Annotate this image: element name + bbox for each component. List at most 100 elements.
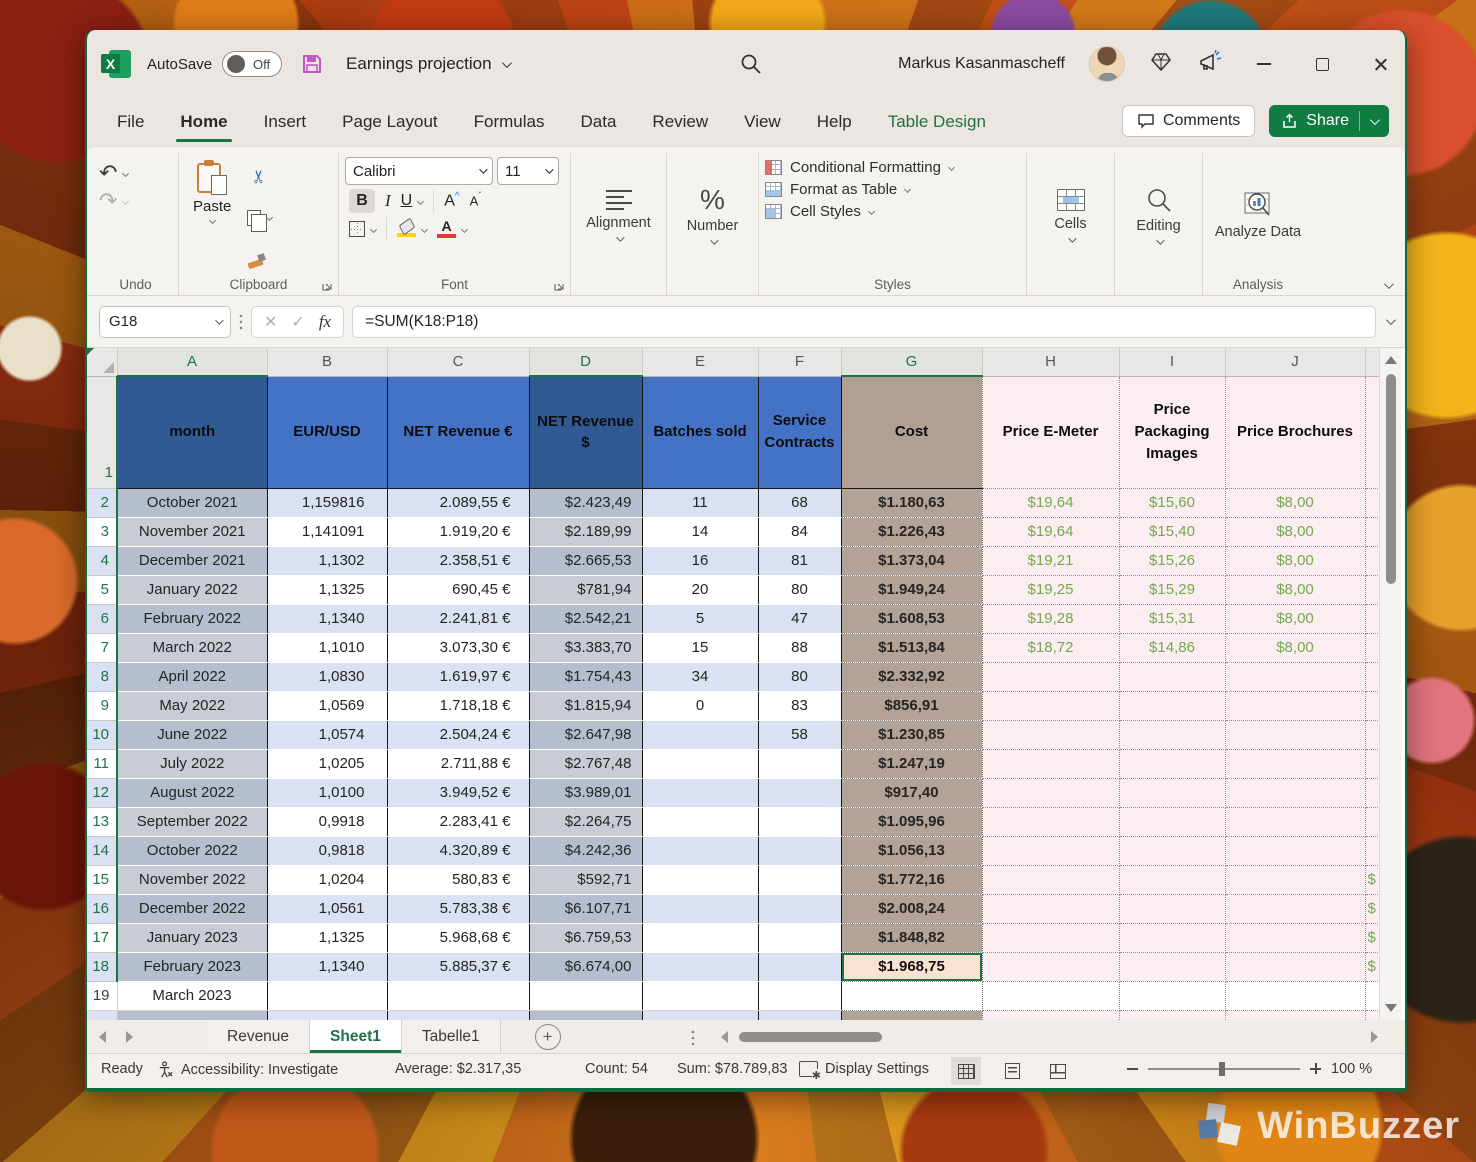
cell-H7[interactable]: $18,72 <box>982 633 1119 662</box>
ribbon-collapse-chevron-icon[interactable] <box>1384 279 1394 289</box>
cell-B2[interactable]: 1,159816 <box>267 488 387 517</box>
cell-F4[interactable]: 81 <box>758 546 841 575</box>
cell-H3[interactable]: $19,64 <box>982 517 1119 546</box>
zoom-slider-handle[interactable] <box>1219 1062 1225 1076</box>
column-header-G[interactable]: G <box>841 348 982 376</box>
cell-J4[interactable]: $8,00 <box>1225 546 1365 575</box>
cell-G16[interactable]: $2.008,24 <box>841 894 982 923</box>
cell-F20[interactable] <box>758 1010 841 1020</box>
cell-I16[interactable] <box>1119 894 1225 923</box>
cell-H13[interactable] <box>982 807 1119 836</box>
cell-F14[interactable] <box>758 836 841 865</box>
row-header-17[interactable]: 17 <box>87 923 117 952</box>
row-header-6[interactable]: 6 <box>87 604 117 633</box>
row-header-13[interactable]: 13 <box>87 807 117 836</box>
cell-A14[interactable]: October 2022 <box>117 836 267 865</box>
cell-K15[interactable]: $ <box>1365 865 1379 894</box>
row-header-15[interactable]: 15 <box>87 865 117 894</box>
cell-I6[interactable]: $15,31 <box>1119 604 1225 633</box>
cell-H15[interactable] <box>982 865 1119 894</box>
cell-A9[interactable]: May 2022 <box>117 691 267 720</box>
cell-I15[interactable] <box>1119 865 1225 894</box>
autosave-toggle[interactable]: Off <box>222 51 282 77</box>
cell-D20[interactable] <box>529 1010 642 1020</box>
cell-E5[interactable]: 20 <box>642 575 758 604</box>
cell-A16[interactable]: December 2022 <box>117 894 267 923</box>
cell-B14[interactable]: 0,9818 <box>267 836 387 865</box>
vertical-scrollbar[interactable] <box>1379 348 1401 1020</box>
cell-I3[interactable]: $15,40 <box>1119 517 1225 546</box>
row-header-19[interactable]: 19 <box>87 981 117 1010</box>
cell-H12[interactable] <box>982 778 1119 807</box>
cell-H11[interactable] <box>982 749 1119 778</box>
cell-I9[interactable] <box>1119 691 1225 720</box>
cell-K12[interactable] <box>1365 778 1379 807</box>
cell-I11[interactable] <box>1119 749 1225 778</box>
cell-C13[interactable]: 2.283,41 € <box>387 807 529 836</box>
cell-B10[interactable]: 1,0574 <box>267 720 387 749</box>
cell-H5[interactable]: $19,25 <box>982 575 1119 604</box>
copy-button[interactable] <box>247 210 272 226</box>
cell-E20[interactable] <box>642 1010 758 1020</box>
cell-B12[interactable]: 1,0100 <box>267 778 387 807</box>
cell-A17[interactable]: January 2023 <box>117 923 267 952</box>
cell-I20[interactable] <box>1119 1010 1225 1020</box>
cell-D3[interactable]: $2.189,99 <box>529 517 642 546</box>
cell-G7[interactable]: $1.513,84 <box>841 633 982 662</box>
cell-I2[interactable]: $15,60 <box>1119 488 1225 517</box>
cell-F6[interactable]: 47 <box>758 604 841 633</box>
cell-J3[interactable]: $8,00 <box>1225 517 1365 546</box>
cell-K16[interactable]: $ <box>1365 894 1379 923</box>
cell-E11[interactable] <box>642 749 758 778</box>
number-button[interactable]: % Number <box>673 157 752 273</box>
cell-F3[interactable]: 84 <box>758 517 841 546</box>
cell-D7[interactable]: $3.383,70 <box>529 633 642 662</box>
cell-A5[interactable]: January 2022 <box>117 575 267 604</box>
close-button[interactable] <box>1363 47 1397 81</box>
cell-J18[interactable] <box>1225 952 1365 981</box>
cell-J5[interactable]: $8,00 <box>1225 575 1365 604</box>
cell-C5[interactable]: 690,45 € <box>387 575 529 604</box>
column-header-C[interactable]: C <box>387 348 529 376</box>
cell-H8[interactable] <box>982 662 1119 691</box>
cell-K11[interactable] <box>1365 749 1379 778</box>
cell-C14[interactable]: 4.320,89 € <box>387 836 529 865</box>
cell-G19[interactable] <box>841 981 982 1010</box>
cell-E14[interactable] <box>642 836 758 865</box>
confirm-entry-button[interactable]: ✓ <box>291 312 304 332</box>
paste-button[interactable]: Paste <box>185 157 239 273</box>
cell-B20[interactable] <box>267 1010 387 1020</box>
cell-G2[interactable]: $1.180,63 <box>841 488 982 517</box>
display-settings-button[interactable]: Display Settings <box>799 1061 929 1077</box>
cell-D5[interactable]: $781,94 <box>529 575 642 604</box>
cell-H19[interactable] <box>982 981 1119 1010</box>
cell-E18[interactable] <box>642 952 758 981</box>
underline-button[interactable]: U <box>401 192 424 210</box>
cell-I8[interactable] <box>1119 662 1225 691</box>
cell-D10[interactable]: $2.647,98 <box>529 720 642 749</box>
document-title[interactable]: Earnings projection <box>346 54 492 74</box>
cell-D12[interactable]: $3.989,01 <box>529 778 642 807</box>
cell-E3[interactable]: 14 <box>642 517 758 546</box>
cell-K14[interactable] <box>1365 836 1379 865</box>
cell-G9[interactable]: $856,91 <box>841 691 982 720</box>
user-avatar[interactable] <box>1089 46 1125 82</box>
row-header-12[interactable]: 12 <box>87 778 117 807</box>
cell-I17[interactable] <box>1119 923 1225 952</box>
row-header-8[interactable]: 8 <box>87 662 117 691</box>
cell-A3[interactable]: November 2021 <box>117 517 267 546</box>
cell-G15[interactable]: $1.772,16 <box>841 865 982 894</box>
cell-C12[interactable]: 3.949,52 € <box>387 778 529 807</box>
cell-A11[interactable]: July 2022 <box>117 749 267 778</box>
format-painter-button[interactable] <box>247 253 265 269</box>
cell-D13[interactable]: $2.264,75 <box>529 807 642 836</box>
cell-J17[interactable] <box>1225 923 1365 952</box>
cell-D14[interactable]: $4.242,36 <box>529 836 642 865</box>
cell-I4[interactable]: $15,26 <box>1119 546 1225 575</box>
row-header-9[interactable]: 9 <box>87 691 117 720</box>
whats-new-megaphone-icon[interactable] <box>1197 49 1223 80</box>
cell-K17[interactable]: $ <box>1365 923 1379 952</box>
cell-A4[interactable]: December 2021 <box>117 546 267 575</box>
cell-J6[interactable]: $8,00 <box>1225 604 1365 633</box>
tab-file[interactable]: File <box>117 112 144 132</box>
